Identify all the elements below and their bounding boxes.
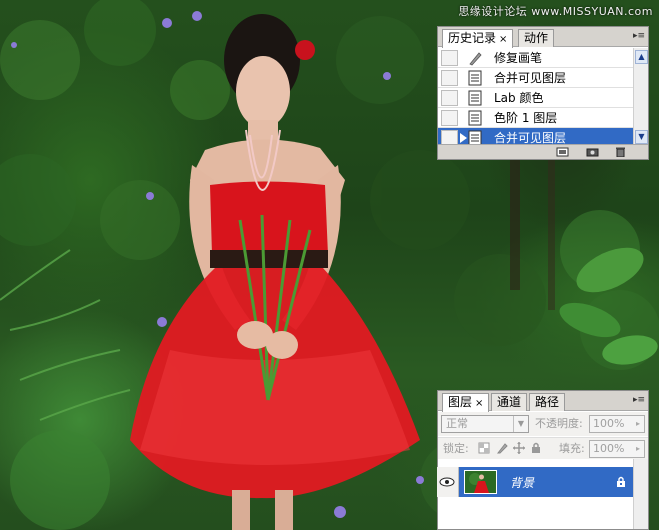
opacity-label: 不透明度: [535, 417, 583, 430]
history-item-label: 修复画笔 [494, 51, 543, 65]
scroll-up-icon[interactable]: ▲ [635, 50, 648, 64]
list-item[interactable]: 修复画笔 [438, 48, 634, 68]
fill-value: 100% [593, 442, 625, 455]
panel-menu-icon[interactable]: ▸≡ [632, 29, 646, 43]
tab-history[interactable]: 历史记录 × [442, 29, 514, 48]
layer-thumbnail [464, 470, 497, 494]
blend-options-row: 正常 ▼ 不透明度: 100% ▸ [438, 412, 648, 436]
opacity-field[interactable]: 100% ▸ [589, 415, 645, 433]
chevron-down-icon: ▼ [513, 416, 528, 432]
history-scrollbar[interactable]: ▲ ▼ [633, 48, 648, 146]
panel-menu-icon[interactable]: ▸≡ [632, 393, 646, 407]
tab-history-label: 历史记录 [448, 31, 497, 45]
history-tabbar: 历史记录 × 动作 ▸≡ [438, 27, 648, 48]
tab-paths-label: 路径 [535, 395, 560, 409]
lock-transparent-pixels-icon[interactable] [478, 442, 490, 454]
lock-position-icon[interactable] [513, 442, 525, 454]
tab-channels[interactable]: 通道 [491, 393, 528, 411]
lock-label: 锁定: [443, 442, 469, 455]
history-item-label: 色阶 1 图层 [494, 111, 558, 125]
layer-thumbnail-image [465, 471, 496, 493]
document-icon [468, 90, 482, 106]
tab-layers[interactable]: 图层 × [442, 393, 490, 412]
tab-actions[interactable]: 动作 [518, 29, 555, 47]
fill-field[interactable]: 100% ▸ [589, 440, 645, 458]
blend-mode-select[interactable]: 正常 ▼ [441, 415, 529, 433]
fill-label: 填充: [559, 442, 585, 455]
layers-panel: 图层 × 通道 路径 ▸≡ 正常 ▼ 不透明度: 100% ▸ 锁定: 填充: … [437, 390, 649, 530]
history-list: 修复画笔 合并可见图层 Lab 颜色 色阶 1 图层 合并可见图层 [438, 48, 634, 146]
history-state-slider-icon[interactable] [460, 133, 467, 143]
lock-icon [617, 476, 625, 487]
lock-image-pixels-icon[interactable] [496, 442, 508, 454]
close-icon[interactable]: × [475, 398, 483, 409]
history-brush-source-box[interactable] [441, 110, 458, 126]
layers-scrollbar[interactable] [633, 459, 648, 529]
tab-layers-label: 图层 [448, 395, 473, 409]
history-item-label: 合并可见图层 [494, 71, 567, 85]
history-item-label: Lab 颜色 [494, 91, 544, 105]
document-icon [468, 70, 482, 86]
history-footer [438, 144, 648, 159]
new-document-from-state-icon[interactable] [556, 147, 569, 157]
chevron-right-icon: ▸ [635, 419, 640, 428]
history-panel: 历史记录 × 动作 ▸≡ 修复画笔 合并可见图层 Lab 颜色 色阶 1 图层 … [437, 26, 649, 160]
watermark-text: 思缘设计论坛 www.MISSYUAN.com [458, 5, 653, 18]
list-item[interactable]: Lab 颜色 [438, 88, 634, 108]
lock-options-row: 锁定: 填充: 100% ▸ [438, 437, 648, 459]
layer-name[interactable]: 背景 [510, 474, 534, 491]
history-brush-source-box[interactable] [441, 90, 458, 106]
chevron-right-icon: ▸ [635, 444, 640, 453]
history-brush-source-box[interactable] [441, 70, 458, 86]
history-brush-source-box[interactable] [441, 50, 458, 66]
layer-row[interactable]: 背景 [437, 467, 634, 497]
list-item[interactable]: 色阶 1 图层 [438, 108, 634, 128]
layer-visibility-toggle[interactable] [437, 467, 459, 497]
trash-icon[interactable] [614, 147, 627, 157]
opacity-value: 100% [593, 417, 625, 430]
list-item[interactable]: 合并可见图层 [438, 68, 634, 88]
lock-all-icon[interactable] [530, 442, 542, 454]
document-icon [468, 110, 482, 126]
healing-brush-icon [469, 52, 482, 66]
snapshot-camera-icon[interactable] [586, 147, 599, 157]
eye-icon [439, 477, 455, 487]
scroll-down-icon[interactable]: ▼ [635, 130, 648, 144]
tab-channels-label: 通道 [497, 395, 522, 409]
tab-paths[interactable]: 路径 [529, 393, 566, 411]
blend-mode-value: 正常 [446, 417, 468, 430]
close-icon[interactable]: × [499, 34, 507, 45]
tab-actions-label: 动作 [524, 31, 549, 45]
layers-tabbar: 图层 × 通道 路径 ▸≡ [438, 391, 648, 412]
